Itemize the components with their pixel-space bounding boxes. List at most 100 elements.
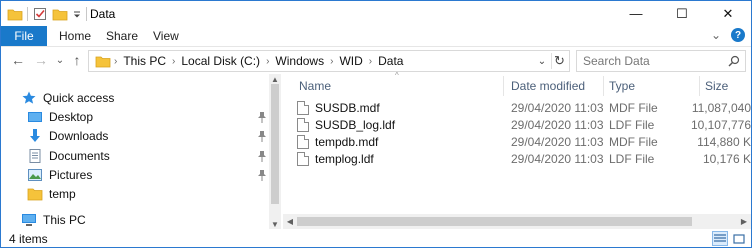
search-box[interactable]: Search Data [576, 50, 746, 72]
search-icon [728, 55, 740, 67]
sidebar-item-desktop[interactable]: Desktop [27, 107, 93, 126]
pictures-icon [27, 167, 43, 183]
search-placeholder: Search Data [583, 54, 650, 68]
quick-access-toolbar [7, 5, 91, 23]
file-name: SUSDB.mdf [315, 100, 380, 115]
column-header-name[interactable]: Name [293, 74, 499, 98]
file-list: ^ Name Date modified Type Size SUSDB.mdf… [283, 71, 752, 229]
address-dropdown-button[interactable]: ⌄ [535, 53, 549, 69]
properties-icon[interactable] [32, 6, 48, 22]
ribbon-collapse-button[interactable]: ⌄ [711, 28, 721, 42]
file-type: MDF File [609, 134, 658, 149]
file-size: 10,107,776 [690, 117, 751, 132]
new-folder-icon[interactable] [52, 6, 68, 22]
help-icon[interactable]: ? [731, 28, 745, 42]
sidebar-item-label: Downloads [49, 128, 109, 143]
sidebar-item-label: temp [49, 186, 76, 201]
crumb-windows[interactable]: Windows [272, 54, 327, 68]
tab-share[interactable]: Share [106, 26, 138, 46]
sidebar-item-label: Desktop [49, 109, 94, 124]
file-date: 29/04/2020 11:03 [511, 100, 604, 115]
file-name: templog.ldf [315, 151, 374, 166]
crumb-separator[interactable]: › [327, 56, 336, 67]
column-divider[interactable] [503, 76, 504, 96]
folder-icon[interactable] [7, 6, 23, 22]
up-button[interactable]: ↑ [68, 51, 86, 69]
sidebar-item-documents[interactable]: Documents [27, 146, 110, 165]
address-bar[interactable]: › This PC › Local Disk (C:) › Windows › … [88, 50, 570, 72]
breadcrumb: › This PC › Local Disk (C:) › Windows › … [89, 51, 406, 71]
back-button[interactable]: ← [9, 51, 27, 69]
recent-locations-button[interactable]: ⌄ [51, 51, 69, 69]
refresh-button[interactable]: ↻ [551, 53, 567, 69]
file-date: 29/04/2020 11:03 [511, 117, 604, 132]
file-name: tempdb.mdf [315, 134, 379, 149]
file-row-templog-ldf[interactable]: templog.ldf 29/04/2020 11:03 LDF File 10… [297, 150, 752, 167]
file-size: 10,176 K [702, 151, 751, 166]
crumb-separator[interactable]: › [366, 56, 375, 67]
large-icons-view-button[interactable] [731, 231, 747, 246]
file-icon [297, 134, 309, 149]
crumb-local-disk[interactable]: Local Disk (C:) [178, 54, 263, 68]
column-header-date-modified[interactable]: Date modified [505, 74, 603, 98]
file-size: 11,087,040 [691, 100, 751, 115]
status-bar: 4 items [1, 230, 751, 248]
scroll-down-button[interactable]: ▼ [269, 219, 281, 229]
close-button[interactable]: ✕ [705, 1, 751, 26]
details-view-button[interactable] [712, 231, 728, 246]
download-icon [27, 128, 43, 144]
crumb-data[interactable]: Data [375, 54, 406, 68]
folder-icon [27, 186, 43, 202]
computer-icon [21, 212, 37, 228]
column-header-size[interactable]: Size [699, 74, 751, 98]
file-date: 29/04/2020 11:03 [511, 134, 604, 149]
file-list-horizontal-scrollbar[interactable]: ◀ ▶ [283, 214, 751, 229]
scrollbar-thumb[interactable] [271, 84, 279, 204]
file-size: 114,880 K [697, 134, 751, 149]
window-title: Data [90, 7, 116, 21]
tab-view[interactable]: View [153, 26, 179, 46]
file-row-susdb-log-ldf[interactable]: SUSDB_log.ldf 29/04/2020 11:03 LDF File … [297, 116, 752, 133]
crumb-separator: › [114, 55, 118, 67]
sidebar-item-temp[interactable]: temp [27, 184, 76, 203]
sidebar-item-label: Quick access [43, 90, 115, 105]
scroll-left-button[interactable]: ◀ [283, 214, 297, 229]
sidebar-scrollbar[interactable]: ▲ ▼ [269, 74, 281, 229]
file-type: MDF File [609, 100, 658, 115]
file-type: LDF File [609, 117, 655, 132]
pin-icon[interactable] [257, 111, 267, 123]
navigation-bar: ← → ⌄ ↑ › This PC › Local Disk (C:) › Wi… [1, 46, 751, 74]
sidebar-item-label: This PC [43, 212, 86, 227]
file-icon [297, 117, 309, 132]
forward-button[interactable]: → [32, 51, 50, 69]
crumb-separator[interactable]: › [263, 56, 272, 67]
crumb-wid[interactable]: WID [336, 54, 365, 68]
view-switcher [712, 231, 747, 246]
column-header-type[interactable]: Type [603, 74, 699, 98]
sidebar-item-pictures[interactable]: Pictures [27, 165, 92, 184]
file-name: SUSDB_log.ldf [315, 117, 396, 132]
file-row-tempdb-mdf[interactable]: tempdb.mdf 29/04/2020 11:03 MDF File 114… [297, 133, 752, 150]
large-icons-view-icon [733, 233, 745, 244]
sidebar-item-downloads[interactable]: Downloads [27, 126, 108, 145]
sidebar-item-label: Pictures [49, 167, 93, 182]
toolbar-divider [27, 7, 28, 21]
tab-file[interactable]: File [1, 26, 47, 46]
crumb-this-pc[interactable]: This PC [120, 54, 169, 68]
file-row-susdb-mdf[interactable]: SUSDB.mdf 29/04/2020 11:03 MDF File 11,0… [297, 99, 752, 116]
crumb-separator[interactable]: › [169, 56, 178, 67]
customize-toolbar-icon[interactable] [72, 6, 82, 22]
tab-home[interactable]: Home [59, 26, 91, 46]
pin-icon[interactable] [257, 169, 267, 181]
scroll-right-button[interactable]: ▶ [737, 214, 751, 229]
maximize-button[interactable]: ☐ [659, 1, 705, 26]
minimize-button[interactable]: — [613, 1, 659, 26]
pin-icon[interactable] [257, 130, 267, 142]
file-icon [297, 151, 309, 166]
pin-icon[interactable] [257, 150, 267, 162]
item-count: 4 items [9, 232, 48, 246]
scroll-up-button[interactable]: ▲ [269, 74, 281, 84]
sidebar-item-this-pc[interactable]: This PC [21, 210, 86, 229]
sidebar-item-quick-access[interactable]: Quick access [21, 88, 114, 107]
scrollbar-thumb[interactable] [297, 217, 692, 226]
